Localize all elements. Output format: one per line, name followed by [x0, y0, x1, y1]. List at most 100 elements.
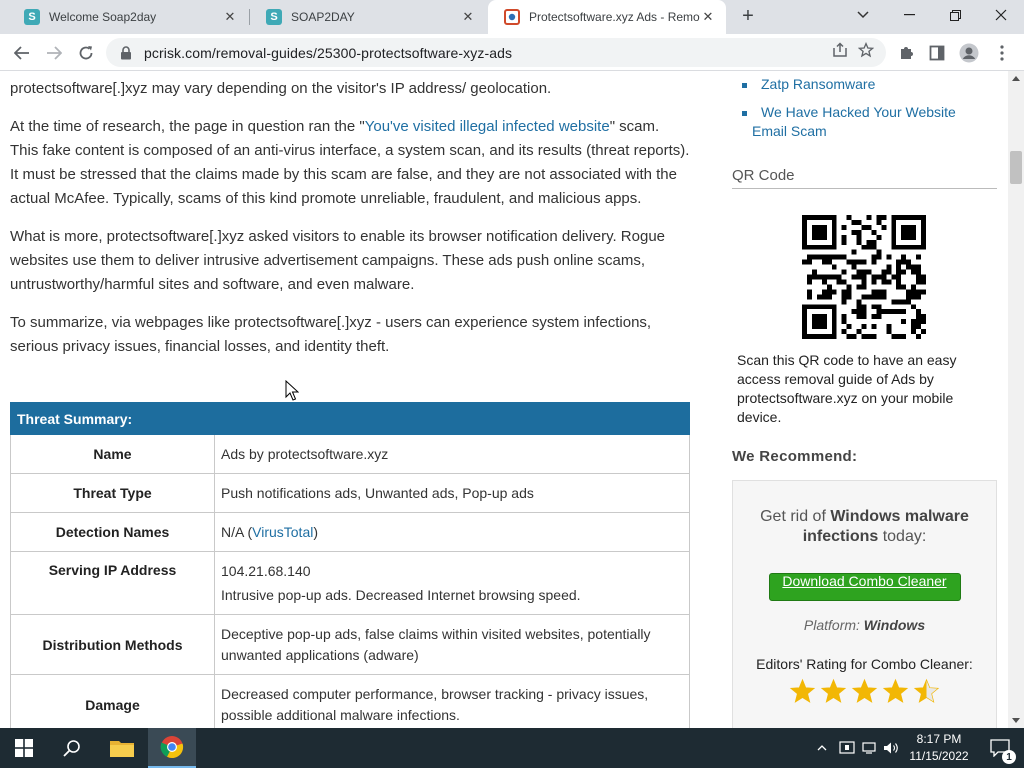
tab-title: Protectsoftware.xyz Ads - Remov	[529, 10, 700, 24]
scroll-down-arrow-icon[interactable]	[1012, 716, 1020, 724]
article-paragraph: What is more, protectsoftware[.]xyz aske…	[10, 228, 665, 293]
threat-summary-table: Threat Summary: Name Ads by protectsoftw…	[10, 402, 690, 728]
row-value: N/A (VirusTotal)	[214, 512, 690, 552]
value-text: )	[313, 523, 319, 540]
scroll-up-arrow-icon[interactable]	[1012, 75, 1020, 83]
row-value: Decreased computer performance, browser …	[214, 674, 690, 728]
article-paragraph: At the time of research, the page in que…	[10, 115, 690, 211]
soap2day-favicon-icon: S	[266, 9, 282, 25]
article-body: protectsoftware[.]xyz may vary depending…	[10, 71, 690, 373]
table-row: Damage Decreased computer performance, b…	[10, 674, 690, 728]
page-scrollbar[interactable]	[1008, 71, 1024, 728]
download-combo-cleaner-button[interactable]: Download Combo Cleaner	[768, 573, 961, 601]
rating-star-icon	[851, 678, 878, 703]
article-text: At the time of research, the page in que…	[10, 118, 365, 135]
rating-star-icon	[789, 678, 816, 703]
row-label: Detection Names	[10, 512, 215, 552]
zatp-ransomware-link[interactable]: Zatp Ransomware	[752, 76, 875, 92]
table-row: Threat Type Push notifications ads, Unwa…	[10, 473, 690, 513]
table-row: Serving IP Address 104.21.68.140 Intrusi…	[10, 551, 690, 615]
row-label: Name	[10, 434, 215, 474]
list-item: We Have Hacked Your Website Email Scam	[742, 103, 992, 141]
folder-icon	[110, 741, 134, 757]
restore-button[interactable]	[932, 0, 978, 30]
row-value: 104.21.68.140 Intrusive pop-up ads. Decr…	[214, 551, 690, 615]
editors-rating-label: Editors' Rating for Combo Cleaner:	[756, 656, 973, 672]
row-label: Distribution Methods	[10, 614, 215, 675]
tab-title: Welcome Soap2day	[49, 10, 157, 24]
article-paragraph: To summarize, via webpages like protects…	[10, 314, 652, 355]
network-icon[interactable]	[858, 741, 880, 755]
rating-star-icon	[913, 678, 940, 703]
scrollbar-thumb[interactable]	[1010, 151, 1022, 184]
row-label: Damage	[10, 674, 215, 728]
security-shield-icon[interactable]	[836, 741, 858, 755]
profile-avatar-icon[interactable]	[956, 40, 982, 66]
tab-soap2day[interactable]: S SOAP2DAY ✕	[250, 0, 486, 34]
volume-icon[interactable]	[880, 741, 902, 755]
tab-protectsoftware-ads[interactable]: Protectsoftware.xyz Ads - Remov ✕	[488, 0, 726, 34]
tab-strip: S Welcome Soap2day ✕ S SOAP2DAY ✕ Protec…	[0, 0, 1024, 34]
threat-summary-header: Threat Summary:	[10, 402, 690, 435]
article-line: protectsoftware[.]xyz may vary depending…	[10, 80, 552, 97]
close-tab-icon[interactable]: ✕	[700, 9, 716, 25]
lock-icon[interactable]	[120, 45, 132, 60]
qr-code-title: QR Code	[732, 167, 997, 189]
qr-code-image	[802, 215, 926, 339]
new-tab-button[interactable]: +	[737, 5, 759, 27]
clock-date: 11/15/2022	[909, 749, 969, 763]
search-button[interactable]	[48, 728, 96, 768]
illegal-website-link[interactable]: You've visited illegal infected website	[365, 118, 610, 135]
related-guides-list: Zatp Ransomware We Have Hacked Your Webs…	[742, 75, 992, 141]
qr-code-description: Scan this QR code to have an easy access…	[737, 352, 957, 425]
symptoms-value: Intrusive pop-up ads. Decreased Internet…	[221, 586, 581, 603]
show-hidden-icons-chevron-icon[interactable]	[814, 745, 830, 751]
virustotal-link[interactable]: VirusTotal	[252, 524, 313, 540]
bookmark-star-icon[interactable]	[857, 41, 875, 59]
row-label: Serving IP Address	[10, 551, 215, 615]
reload-button[interactable]	[73, 40, 99, 66]
start-button[interactable]	[0, 728, 48, 768]
file-explorer-button[interactable]	[98, 728, 146, 768]
close-tab-icon[interactable]: ✕	[222, 9, 238, 25]
windows-taskbar: 8:17 PM 11/15/2022 1	[0, 728, 1024, 768]
table-row: Detection Names N/A (VirusTotal)	[10, 512, 690, 552]
rating-star-icon	[820, 678, 847, 703]
kebab-menu-icon[interactable]	[989, 40, 1015, 66]
promo-text: today:	[878, 528, 927, 545]
address-bar[interactable]: pcrisk.com/removal-guides/25300-protects…	[106, 38, 886, 67]
pcrisk-favicon-icon	[504, 9, 520, 25]
chrome-taskbar-button[interactable]	[148, 728, 196, 768]
tab-search-chevron-icon[interactable]	[840, 0, 886, 30]
promo-text: Get rid of	[760, 508, 831, 525]
platform-label: Platform:	[803, 617, 864, 633]
side-panel-icon[interactable]	[924, 40, 950, 66]
hacked-website-scam-link[interactable]: We Have Hacked Your Website Email Scam	[752, 104, 956, 139]
windows-logo-icon	[15, 739, 33, 757]
promo-lead: Get rid of Windows malware infections to…	[733, 507, 996, 547]
action-center-button[interactable]: 1	[980, 728, 1020, 768]
ip-address-value: 104.21.68.140	[221, 562, 311, 579]
tab-title: SOAP2DAY	[291, 10, 355, 24]
minimize-button[interactable]	[886, 0, 932, 30]
search-icon	[63, 740, 80, 757]
extensions-puzzle-icon[interactable]	[893, 40, 919, 66]
close-tab-icon[interactable]: ✕	[460, 9, 476, 25]
platform-line: Platform: Windows	[733, 617, 996, 633]
chrome-icon	[160, 736, 184, 759]
row-value: Ads by protectsoftware.xyz	[214, 434, 690, 474]
tab-welcome-soap2day[interactable]: S Welcome Soap2day ✕	[8, 0, 248, 34]
close-window-button[interactable]	[978, 0, 1024, 30]
threat-summary-title: Threat Summary:	[10, 402, 690, 435]
browser-toolbar: pcrisk.com/removal-guides/25300-protects…	[0, 34, 1024, 71]
row-value: Push notifications ads, Unwanted ads, Po…	[214, 473, 690, 513]
taskbar-clock[interactable]: 8:17 PM 11/15/2022	[904, 731, 974, 765]
url-text[interactable]: pcrisk.com/removal-guides/25300-protects…	[144, 45, 512, 61]
table-row: Distribution Methods Deceptive pop-up ad…	[10, 614, 690, 675]
notification-count-badge: 1	[1002, 750, 1016, 764]
back-button[interactable]	[9, 40, 35, 66]
forward-button[interactable]	[41, 40, 67, 66]
share-icon[interactable]	[831, 41, 849, 59]
rating-stars	[733, 678, 996, 705]
row-label: Threat Type	[10, 473, 215, 513]
